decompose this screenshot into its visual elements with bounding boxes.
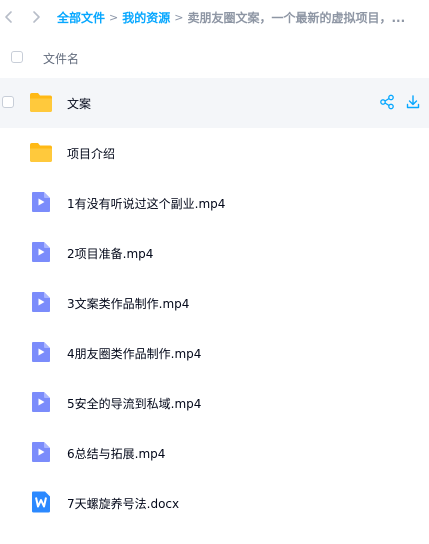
video-file-icon: [29, 291, 53, 313]
share-icon[interactable]: [379, 94, 395, 110]
file-row[interactable]: 5安全的导流到私域.mp4: [0, 378, 429, 428]
breadcrumb-root[interactable]: 全部文件: [57, 9, 105, 26]
download-icon[interactable]: [405, 94, 421, 110]
word-file-icon: [29, 491, 53, 513]
file-browser: 全部文件 > 我的资源 > 卖朋友圈文案，一个最新的虚拟项目，... 文件名 文…: [0, 0, 429, 544]
file-name[interactable]: 项目介绍: [67, 145, 115, 162]
row-checkbox[interactable]: [2, 96, 14, 108]
file-list: 文案项目介绍 1有没有听说过这个副业.mp4 2项目准备.mp4 3文案类作品制作.m…: [0, 78, 429, 528]
video-file-icon: [29, 341, 53, 363]
file-name[interactable]: 文案: [67, 95, 91, 112]
file-row[interactable]: 文案: [0, 78, 429, 128]
video-file-icon: [29, 191, 53, 213]
folder-icon: [29, 91, 53, 113]
file-name[interactable]: 5安全的导流到私域.mp4: [67, 395, 201, 412]
file-row[interactable]: 3文案类作品制作.mp4: [0, 278, 429, 328]
file-name[interactable]: 4朋友圈类作品制作.mp4: [67, 345, 201, 362]
file-row[interactable]: 1有没有听说过这个副业.mp4: [0, 178, 429, 228]
file-row[interactable]: 2项目准备.mp4: [0, 228, 429, 278]
file-row[interactable]: 7天螺旋养号法.docx: [0, 478, 429, 528]
file-row[interactable]: 4朋友圈类作品制作.mp4: [0, 328, 429, 378]
file-name[interactable]: 6总结与拓展.mp4: [67, 445, 165, 462]
chevron-right-icon[interactable]: [29, 10, 43, 24]
video-file-icon: [29, 391, 53, 413]
file-name[interactable]: 1有没有听说过这个副业.mp4: [67, 195, 225, 212]
breadcrumb-current: 卖朋友圈文案，一个最新的虚拟项目，...: [187, 11, 406, 25]
chevron-left-icon[interactable]: [2, 10, 16, 24]
file-name[interactable]: 3文案类作品制作.mp4: [67, 295, 189, 312]
breadcrumb-parent[interactable]: 我的资源: [122, 9, 170, 26]
folder-icon: [29, 141, 53, 163]
file-name[interactable]: 7天螺旋养号法.docx: [67, 495, 179, 512]
breadcrumb-bar: 全部文件 > 我的资源 > 卖朋友圈文案，一个最新的虚拟项目，...: [0, 0, 429, 34]
file-row[interactable]: 6总结与拓展.mp4: [0, 428, 429, 478]
list-header: 文件名: [0, 40, 429, 74]
video-file-icon: [29, 441, 53, 463]
column-filename-label[interactable]: 文件名: [43, 50, 79, 67]
row-actions: [379, 94, 421, 110]
breadcrumb-separator-icon: >: [174, 11, 184, 24]
breadcrumb: 全部文件 > 我的资源 > 卖朋友圈文案，一个最新的虚拟项目，...: [57, 9, 417, 26]
breadcrumb-separator-icon: >: [109, 11, 119, 24]
file-name[interactable]: 2项目准备.mp4: [67, 245, 153, 262]
select-all-checkbox[interactable]: [11, 51, 23, 63]
file-row[interactable]: 项目介绍: [0, 128, 429, 178]
video-file-icon: [29, 241, 53, 263]
